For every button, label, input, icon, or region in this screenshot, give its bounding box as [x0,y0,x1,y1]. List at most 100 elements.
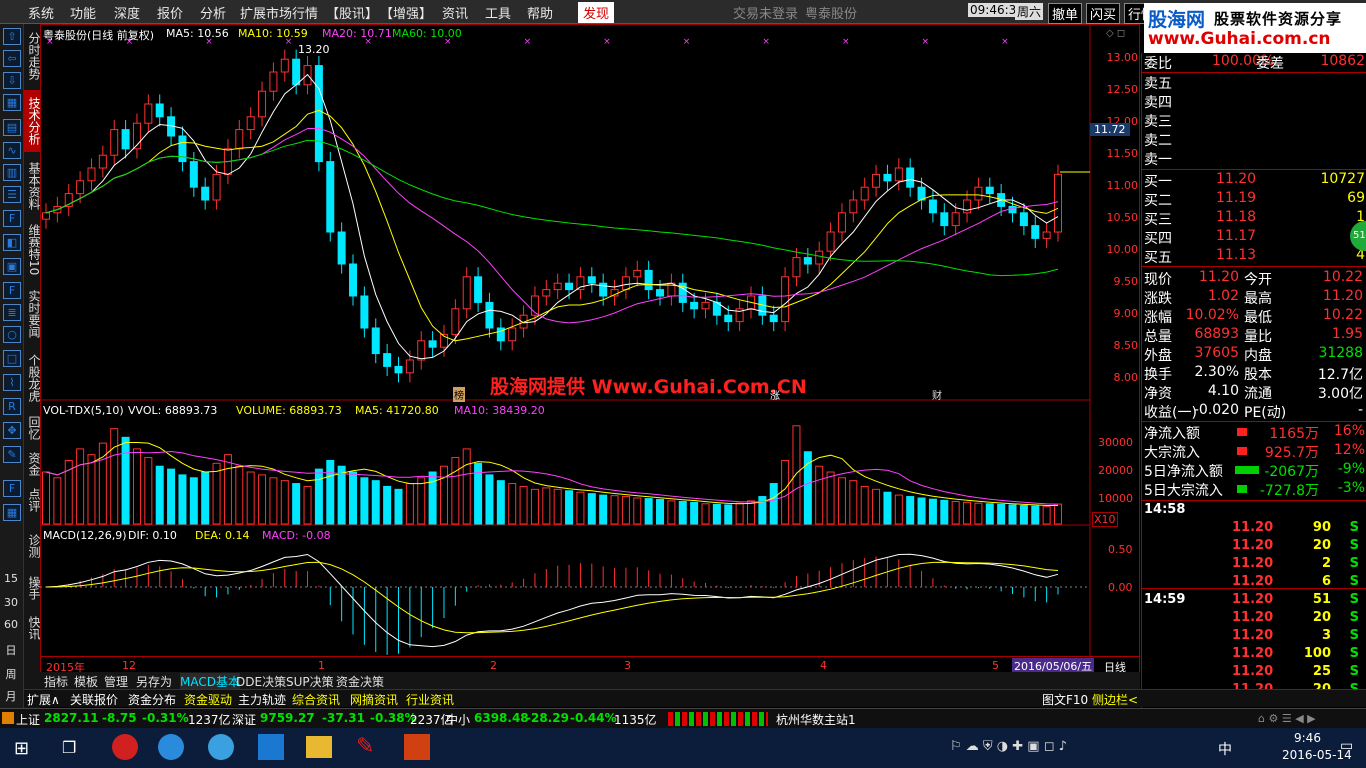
doc-icon[interactable]: ▣ [3,258,21,275]
circle-icon[interactable]: ○ [3,326,21,343]
tab-sup[interactable]: SUP决策 [286,673,334,690]
cross-icon[interactable]: ✥ [3,422,21,439]
flow-bar [1235,466,1259,474]
f5-icon[interactable]: F [3,480,21,497]
tab-news[interactable]: 实时要闻 [24,284,41,344]
tab-trader[interactable]: 操手 [24,572,41,604]
list-icon[interactable]: ☰ [3,186,21,203]
tab-f10[interactable]: 图文F10 [1042,691,1088,708]
windows-start-icon[interactable]: ⊞ [14,738,29,759]
tab-flash[interactable]: 快讯 [24,612,41,644]
menu-ext-market[interactable]: 扩展市场行情 [240,3,318,22]
period-30[interactable]: 30 [0,596,22,609]
warning-icon[interactable] [2,712,14,724]
tab-comp-news[interactable]: 综合资讯 [292,691,340,708]
tab-web-news[interactable]: 网摘资讯 [350,691,398,708]
volume-bar [144,457,153,525]
menu-gx[interactable]: 【股讯】 [326,3,378,22]
tab-indicator[interactable]: 指标 [44,673,68,690]
folder-icon[interactable] [306,736,332,758]
volume-bar [383,485,392,525]
up-arrow-icon[interactable]: ⇧ [3,28,21,45]
cancel-order-button[interactable]: 撤单 [1048,3,1083,24]
menu-zq[interactable]: 【增强】 [380,3,432,22]
tab-fundamentals[interactable]: 基本资料 [24,156,41,216]
ime-indicator[interactable]: 中 [1218,739,1232,759]
chart-window-icons[interactable]: ◇ ◻ [1106,28,1125,39]
period-day[interactable]: 日 [0,642,22,658]
menu-find[interactable]: 发现 [578,2,615,23]
status-icons[interactable]: ⌂ ⚙ ☰ ◀ ▶ [1258,712,1316,725]
menu-quote[interactable]: 报价 [157,3,183,22]
table-icon[interactable]: ▦ [3,94,21,111]
tab-template[interactable]: 模板 [74,673,98,690]
ratio-row: 委比 100.00% 委差 10862 [1144,53,1365,72]
tab-recall[interactable]: 回忆 [24,412,41,444]
period-month[interactable]: 月 [0,688,22,704]
task-view-icon[interactable]: ❐ [62,738,76,757]
marker-rise[interactable]: 涨 [770,387,780,402]
menu-tools[interactable]: 工具 [485,3,511,22]
menu-system[interactable]: 系统 [28,3,54,22]
marker-dragon[interactable]: 榜 [453,387,465,402]
book-icon[interactable]: ◧ [3,234,21,251]
tab-related[interactable]: 关联报价 [70,691,118,708]
tray-icons[interactable]: ⚐ ☁ ⛨ ◑ ✚ ▣ ◻ ♪ [950,739,1067,754]
app-icon-edge[interactable] [258,734,284,760]
sidebar-toggle[interactable]: 侧边栏< [1092,691,1138,708]
period-week[interactable]: 周 [0,666,22,682]
app-icon-red[interactable] [112,734,138,760]
tab-main-track[interactable]: 主力轨迹 [238,691,286,708]
app-icon-ie-blue[interactable] [158,734,184,760]
period-15[interactable]: 15 [0,572,22,585]
tab-macd[interactable]: MACD基本 [180,673,240,690]
fio-icon[interactable]: F [3,210,21,227]
taskbar-time[interactable]: 9:46 [1294,731,1321,745]
tab-dde[interactable]: DDE决策 [236,673,286,690]
bar-chart-icon[interactable]: ▥ [3,164,21,181]
candle-body [1019,212,1028,227]
volume-bar [337,465,346,525]
tab-comment[interactable]: 点评 [24,484,41,516]
tab-fund-dist[interactable]: 资金分布 [128,691,176,708]
rsi-icon[interactable]: R [3,398,21,415]
news-icon[interactable]: ≣ [3,304,21,321]
tab-technical[interactable]: 技术分析 [24,90,41,152]
tab-fund-decision[interactable]: 资金决策 [336,673,384,690]
menu-analysis[interactable]: 分析 [200,3,226,22]
menu-help[interactable]: 帮助 [527,3,553,22]
app-icon-ie[interactable] [208,734,234,760]
tab-industry-news[interactable]: 行业资讯 [406,691,454,708]
stock-app-icon[interactable] [404,734,430,760]
pen-icon[interactable]: ✎ [3,446,21,463]
tab-fund-drive[interactable]: 资金驱动 [184,691,232,708]
tab-diagnose[interactable]: 诊测 [24,530,41,562]
marker-finance[interactable]: 财 [932,387,942,402]
menu-news[interactable]: 资讯 [442,3,468,22]
flash-buy-button[interactable]: 闪买 [1086,3,1121,24]
tab-expand[interactable]: 扩展∧ [27,691,60,708]
tab-manage[interactable]: 管理 [104,673,128,690]
f12-icon[interactable]: F [3,282,21,299]
period-60[interactable]: 60 [0,618,22,631]
pen-app-icon[interactable]: ✎ [356,734,374,759]
indicator-icon[interactable]: ⌇ [3,374,21,391]
menu-depth[interactable]: 深度 [114,3,140,22]
candle-body [42,212,50,220]
grid2-icon[interactable]: ▦ [3,504,21,521]
square-icon[interactable]: □ [3,350,21,367]
tab-saveas[interactable]: 另存为 [136,673,172,690]
menu-function[interactable]: 功能 [70,3,96,22]
tab-intraday[interactable]: 分时走势 [24,26,41,86]
down-arrow-icon[interactable]: ⇩ [3,72,21,89]
line-chart-icon[interactable]: ∿ [3,142,21,159]
chart-area[interactable]: × × × × × × × × × × × × × 粤泰股份(日线 前复权) MA5: 10.56 MA… [40,24,1140,688]
tab-funds[interactable]: 资金 [24,448,41,480]
notification-icon[interactable]: ▭ [1340,738,1353,754]
left-arrow-icon[interactable]: ⇦ [3,50,21,67]
tab-dragon-tiger[interactable]: 个股龙虎 [24,348,41,408]
tab-l2[interactable]: 维赛特10 [24,220,41,280]
volume-bar [928,498,937,525]
chart-svg: × × × × × × × × × × × × × [40,24,1140,674]
grid-icon[interactable]: ▤ [3,119,21,136]
